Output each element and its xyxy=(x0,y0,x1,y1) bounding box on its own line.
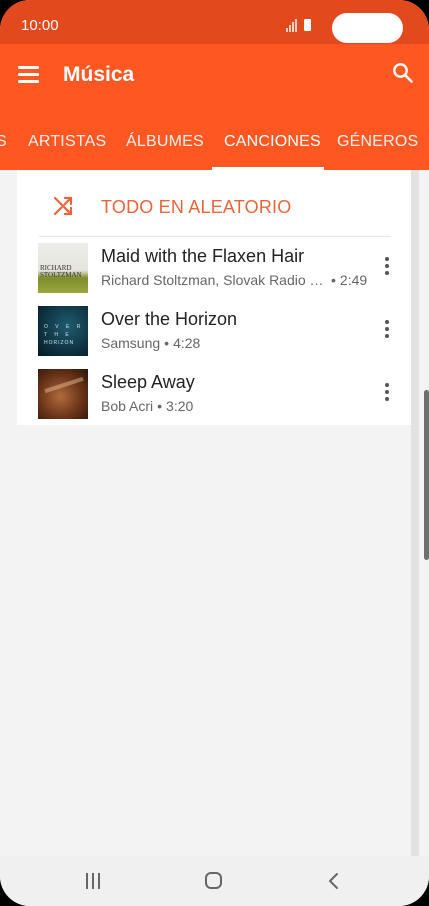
song-duration: 2:49 xyxy=(339,272,368,288)
home-icon[interactable] xyxy=(205,872,222,889)
song-title: Over the Horizon xyxy=(101,309,238,329)
tab-artists[interactable]: ARTISTAS xyxy=(28,133,106,151)
status-icons xyxy=(286,18,314,32)
more-vertical-icon[interactable] xyxy=(379,319,395,339)
status-time: 10:00 xyxy=(21,17,59,34)
song-meta: Richard Stoltzman, Slovak Radio Sy.. • 2:4… xyxy=(101,272,367,288)
song-meta: Samsung • 4:28 xyxy=(101,335,200,351)
album-cover: O V E R T H E HORIZON xyxy=(38,306,88,356)
system-navigation-bar xyxy=(0,856,429,906)
signal-icon xyxy=(295,19,297,32)
menu-icon[interactable] xyxy=(18,66,39,83)
cover-text: O V E R xyxy=(44,324,84,330)
search-icon[interactable] xyxy=(392,62,414,84)
signal-icon xyxy=(286,28,288,32)
song-title: Maid with the Flaxen Hair xyxy=(101,246,305,266)
music-app-screen: 10:00 Música S ARTISTAS ÁLBUMES CANCIONE… xyxy=(0,0,429,906)
cover-text: HORIZON xyxy=(44,340,75,346)
meta-separator: • xyxy=(164,335,170,351)
tab-songs[interactable]: CANCIONES xyxy=(224,133,321,151)
meta-separator: • xyxy=(331,272,336,288)
song-artist: Bob Acri xyxy=(101,398,154,414)
meta-separator: • xyxy=(157,398,163,414)
back-icon[interactable] xyxy=(327,872,339,890)
song-meta: Bob Acri • 3:20 xyxy=(101,398,193,414)
tab-albums[interactable]: ÁLBUMES xyxy=(126,133,204,151)
status-bar: 10:00 xyxy=(0,0,429,44)
list-scrollbar-track xyxy=(411,170,419,856)
album-cover xyxy=(38,369,88,419)
app-toolbar: Música xyxy=(0,44,429,106)
more-vertical-icon[interactable] xyxy=(379,382,395,402)
song-row[interactable]: O V E R T H E HORIZON Over the Horizon S… xyxy=(17,301,411,363)
shuffle-all-label: TODO EN ALEATORIO xyxy=(101,197,292,217)
shuffle-icon xyxy=(53,196,73,216)
song-duration: 4:28 xyxy=(173,335,201,351)
tab-bar: S ARTISTAS ÁLBUMES CANCIONES GÉNEROS xyxy=(0,106,429,170)
song-artist: Samsung xyxy=(101,335,161,351)
recents-icon[interactable] xyxy=(86,873,102,889)
camera-cutout xyxy=(332,13,403,43)
songs-list-card: TODO EN ALEATORIO RICHARD STOLTZMAN Maid… xyxy=(17,170,411,425)
tab-genres[interactable]: GÉNEROS xyxy=(337,133,418,151)
scrollbar-thumb[interactable] xyxy=(424,390,429,560)
song-row[interactable]: RICHARD STOLTZMAN Maid with the Flaxen H… xyxy=(17,238,411,300)
shuffle-all-button[interactable]: TODO EN ALEATORIO xyxy=(17,170,411,236)
song-artist: Richard Stoltzman, Slovak Radio Sy.. xyxy=(101,272,327,288)
signal-icon xyxy=(292,22,294,32)
more-vertical-icon[interactable] xyxy=(379,256,395,276)
battery-icon xyxy=(304,19,311,31)
song-duration: 3:20 xyxy=(166,398,194,414)
song-title: Sleep Away xyxy=(101,372,195,392)
album-cover: RICHARD STOLTZMAN xyxy=(38,243,88,293)
song-row[interactable]: Sleep Away Bob Acri • 3:20 xyxy=(17,364,411,426)
divider xyxy=(39,236,391,237)
app-title: Música xyxy=(63,63,135,86)
signal-icon xyxy=(289,25,291,32)
cover-text: T H E xyxy=(44,332,72,338)
tab-partial[interactable]: S xyxy=(0,133,7,151)
cover-text: STOLTZMAN xyxy=(40,271,82,279)
